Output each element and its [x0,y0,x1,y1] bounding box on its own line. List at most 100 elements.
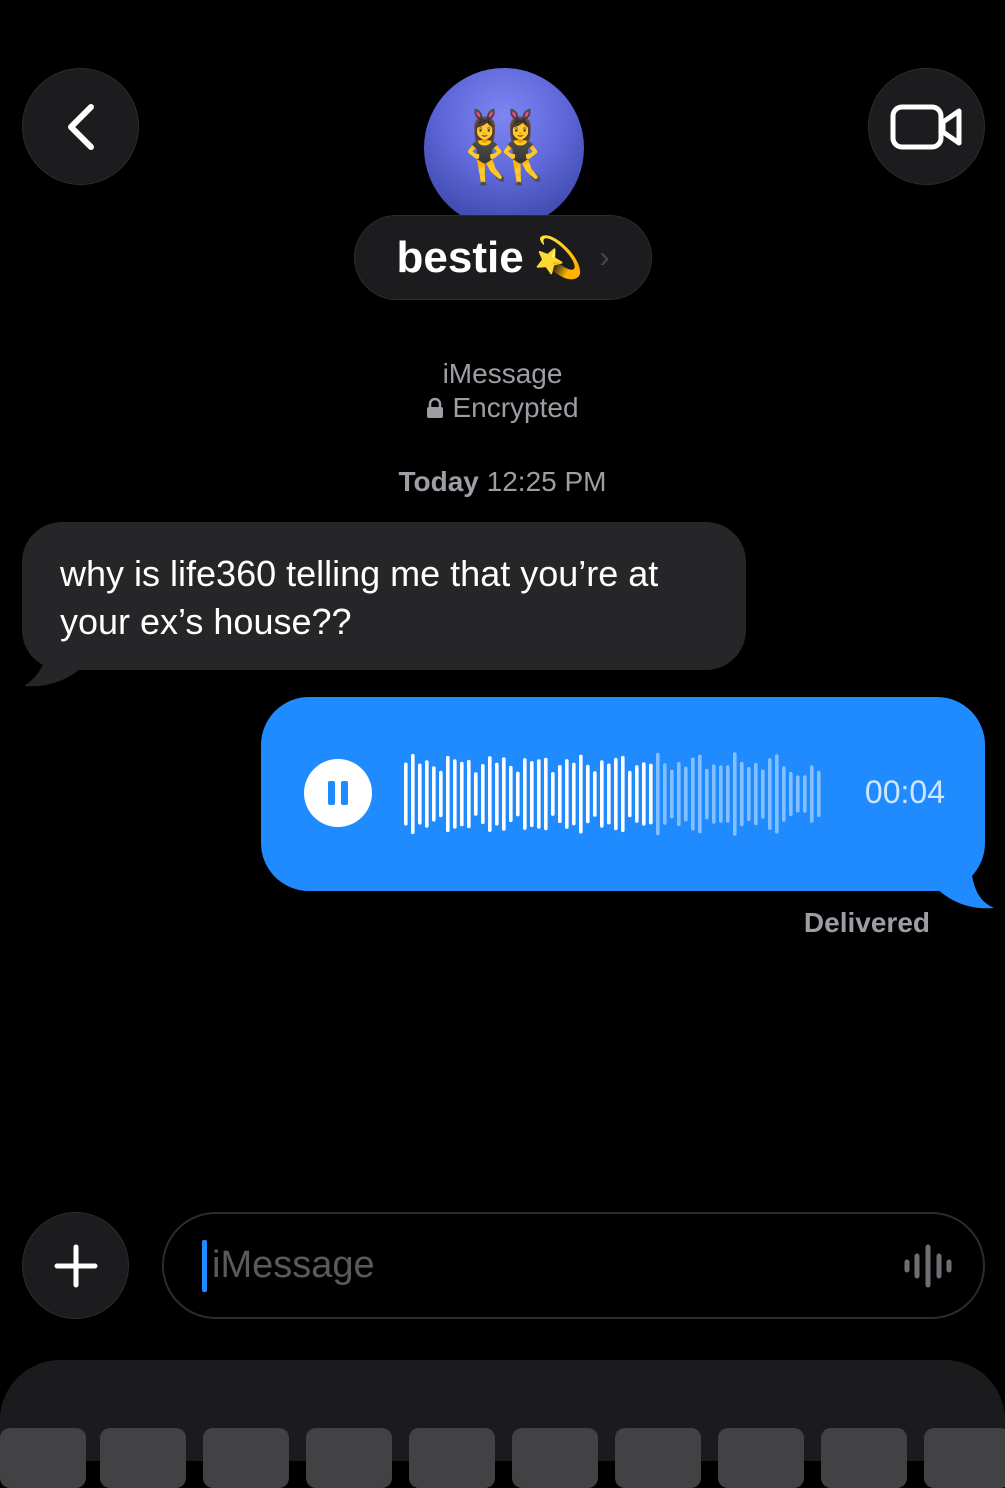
keyboard-key[interactable] [718,1428,804,1488]
keyboard-key[interactable] [409,1428,495,1488]
incoming-message-bubble[interactable]: why is life360 telling me that you’re at… [22,522,746,670]
waveform-bar [747,767,751,821]
keyboard-key[interactable] [203,1428,289,1488]
timestamp-day: Today [398,466,479,497]
waveform-bar [810,765,814,823]
avatar-emoji: 👯‍♀️ [460,108,548,186]
message-input[interactable]: iMessage [162,1212,985,1319]
waveform-bar [425,760,429,828]
keyboard-key[interactable] [0,1428,86,1488]
waveform-bar [649,763,653,825]
waveform-bar [656,752,660,836]
keyboard-key[interactable] [512,1428,598,1488]
waveform-bar [565,759,569,829]
keyboard-key[interactable] [821,1428,907,1488]
timestamp-time: 12:25 PM [486,466,607,497]
waveform-bar [432,766,436,822]
waveform-bar [677,762,681,827]
waveform-bar [698,754,702,834]
contact-name-emoji: 💫 [533,236,584,280]
waveform-icon[interactable] [903,1244,953,1288]
waveform-bar [684,766,688,822]
encryption-status: Encrypted [0,392,1005,424]
waveform-bar [775,754,779,834]
waveform-bar [544,757,548,831]
message-placeholder: iMessage [212,1244,375,1286]
add-attachment-button[interactable] [22,1212,129,1319]
incoming-message-text: why is life360 telling me that you’re at… [60,553,659,642]
back-button[interactable] [22,68,139,185]
waveform-bar [635,765,639,823]
delivery-status: Delivered [803,907,930,938]
keyboard-key[interactable] [306,1428,392,1488]
contact-avatar[interactable]: 👯‍♀️ [424,68,584,228]
waveform-bar [509,765,513,822]
waveform-bar [523,758,527,830]
waveform-bar [782,766,786,822]
waveform-bar [418,763,422,825]
waveform-bar [600,760,604,828]
outgoing-audio-message[interactable]: 00:04 [261,697,985,891]
waveform-bar [754,762,758,826]
audio-duration: 00:04 [864,774,945,810]
text-cursor [202,1240,207,1292]
waveform-bar [796,775,800,813]
waveform-bar [579,754,583,834]
waveform-bar [460,761,464,827]
waveform-bar [663,763,667,825]
waveform-bar [740,761,744,827]
lock-icon [427,397,444,418]
plus-icon [54,1244,97,1287]
waveform-bar [572,762,576,826]
waveform-bar [495,762,499,826]
waveform-bar [628,770,632,818]
waveform-bar [411,753,415,835]
waveform-bar [712,764,716,824]
waveform-bar [467,759,471,829]
service-label: iMessage [442,358,563,389]
waveform-bar [439,770,443,818]
waveform-bar [803,775,807,813]
waveform-bar [474,772,478,816]
waveform-bar [537,759,541,829]
waveform-bar [488,756,492,832]
pause-button[interactable] [304,759,372,827]
waveform-bar [551,772,555,816]
keyboard-key[interactable] [100,1428,186,1488]
waveform-bar [719,765,723,823]
waveform-bar [593,771,597,817]
keyboard-key[interactable] [615,1428,701,1488]
pause-icon [328,781,335,805]
keyboard [0,1360,1005,1488]
message-timestamp: Today 12:25 PM [0,466,1005,498]
keyboard-key[interactable] [924,1428,1005,1488]
waveform-bar [614,757,618,831]
chevron-left-icon [67,103,94,150]
waveform-bar [453,759,457,829]
waveform-bar [621,755,625,833]
chevron-right-icon: › [599,240,610,274]
waveform-bar [817,770,821,818]
waveform-bar [607,763,611,825]
waveform-bar [789,771,793,817]
waveform-bar [516,771,520,817]
waveform-bar [670,769,674,819]
waveform-bar [530,761,534,827]
waveform-bar [726,765,730,823]
waveform-bar [446,755,450,833]
waveform-bar [691,757,695,831]
contact-name: bestie [396,232,524,282]
waveform-bar [586,764,590,824]
audio-waveform[interactable] [403,752,823,836]
waveform-bar [558,765,562,823]
waveform-bar [502,757,506,831]
waveform-bar [761,769,765,819]
waveform-bar [705,768,709,820]
waveform-bar [768,758,772,830]
contact-name-pill[interactable]: bestie 💫 › [354,215,652,300]
facetime-video-button[interactable] [868,68,985,185]
waveform-bar [481,764,485,824]
waveform-bar [642,762,646,826]
video-camera-icon [890,104,961,149]
pause-icon-bar [341,781,348,805]
